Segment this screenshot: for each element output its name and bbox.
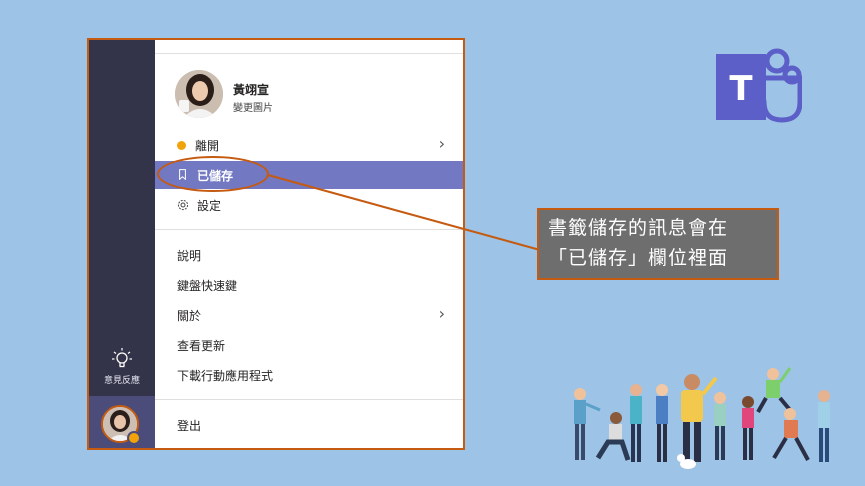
divider — [155, 229, 463, 230]
svg-text:T: T — [729, 69, 753, 109]
person-figure — [574, 388, 601, 460]
away-status-dot — [127, 431, 141, 445]
menu-item-download-mobile-app[interactable]: 下載行動應用程式 — [155, 361, 463, 389]
profile-name: 黃翊宣 — [233, 83, 270, 97]
profile-dropdown-menu: 黃翊宣 變更圖片 離開 › 已儲存 設定 說明 鍵盤快速鍵 關於 › 查看更新 … — [155, 40, 463, 448]
about-label: 關於 — [177, 309, 202, 323]
person-figure — [742, 396, 754, 460]
person-figure — [818, 390, 830, 462]
person-figure — [714, 392, 726, 460]
person-figure — [656, 384, 668, 462]
change-picture-link[interactable]: 變更圖片 — [233, 99, 273, 114]
person-figure — [681, 374, 718, 462]
lightbulb-icon — [112, 348, 132, 368]
teams-profile-menu-screenshot: 意見反應 黃翊宣 變更圖片 離開 › 已儲存 設定 說明 鍵盤快速鍵 關於 › … — [87, 38, 465, 450]
chevron-right-icon: › — [438, 134, 445, 153]
profile-picture[interactable] — [175, 70, 223, 118]
menu-item-whats-new[interactable]: 查看更新 — [155, 331, 463, 359]
menu-item-sign-out[interactable]: 登出 — [155, 411, 463, 439]
person-figure — [595, 412, 631, 461]
feedback-button[interactable]: 意見反應 — [89, 347, 155, 386]
person-figure — [630, 384, 642, 462]
divider — [155, 399, 463, 400]
menu-item-settings[interactable]: 設定 — [155, 191, 463, 219]
highlight-ellipse — [157, 156, 269, 192]
callout-box: 書籤儲存的訊息會在 「已儲存」欄位裡面 — [537, 208, 779, 280]
app-rail: 意見反應 — [89, 40, 155, 448]
menu-item-keyboard-shortcuts[interactable]: 鍵盤快速鍵 — [155, 271, 463, 299]
profile-photo — [175, 70, 223, 118]
download-mobile-app-label: 下載行動應用程式 — [177, 369, 274, 383]
help-label: 說明 — [177, 249, 202, 263]
person-figure — [772, 408, 810, 461]
rail-avatar-button[interactable] — [89, 396, 155, 448]
menu-item-status[interactable]: 離開 › — [155, 131, 463, 159]
people-illustration — [574, 367, 830, 469]
menu-item-about[interactable]: 關於 › — [155, 301, 463, 329]
keyboard-shortcuts-label: 鍵盤快速鍵 — [177, 279, 238, 293]
status-label: 離開 — [195, 139, 220, 153]
away-status-icon — [177, 141, 186, 150]
callout-line-2: 「已儲存」欄位裡面 — [548, 247, 729, 269]
menu-item-help[interactable]: 說明 — [155, 241, 463, 269]
chevron-right-icon: › — [438, 304, 445, 323]
settings-label: 設定 — [197, 199, 222, 213]
sign-out-label: 登出 — [177, 419, 202, 433]
divider — [155, 53, 463, 54]
whats-new-label: 查看更新 — [177, 339, 226, 353]
teams-logo-icon: T — [716, 48, 802, 123]
callout-line-1: 書籤儲存的訊息會在 — [548, 217, 729, 239]
person-figure — [756, 367, 792, 413]
gear-icon — [177, 199, 189, 211]
feedback-label: 意見反應 — [103, 376, 140, 386]
